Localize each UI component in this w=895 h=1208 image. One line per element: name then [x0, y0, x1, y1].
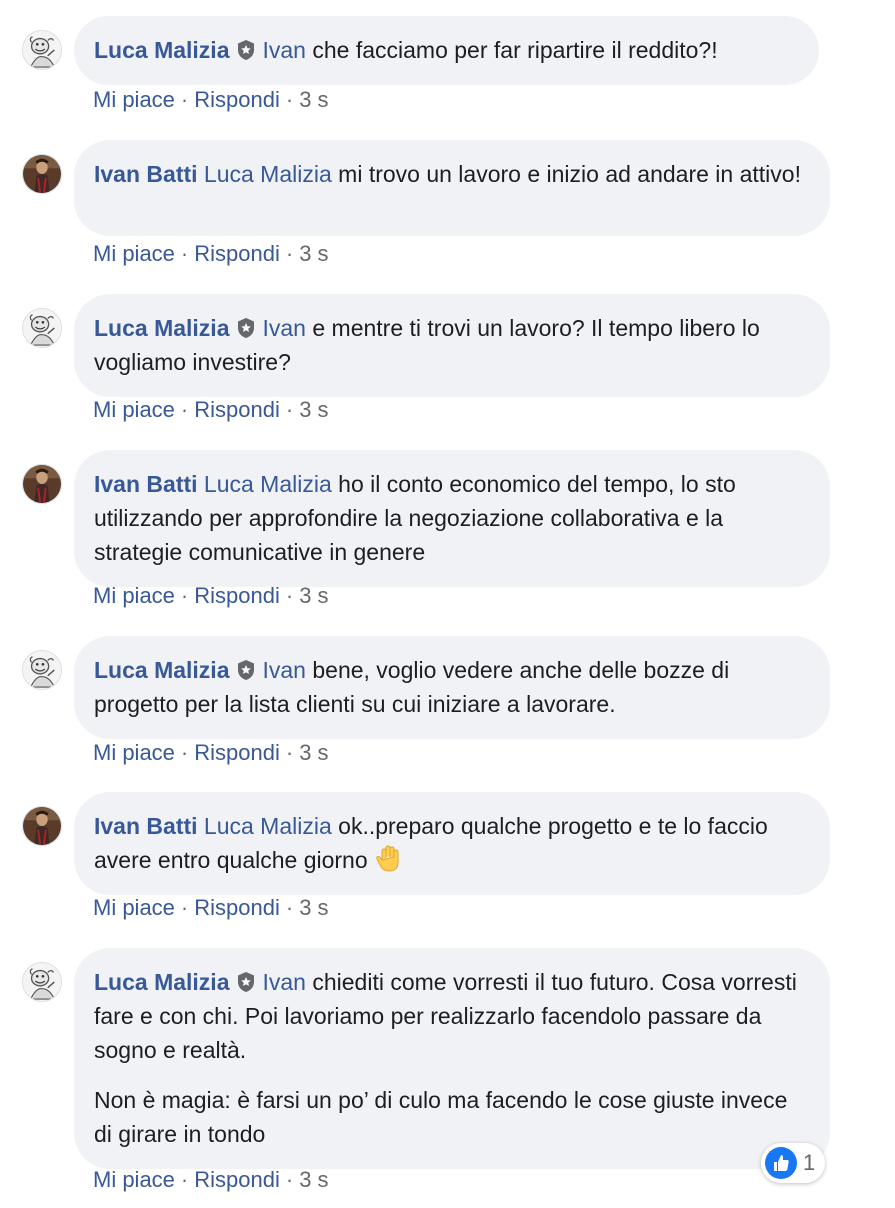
comment-body: Luca Malizia Ivan bene, voglio vedere anc…: [94, 653, 809, 721]
separator-dot: ·: [285, 1167, 294, 1192]
comment-timestamp[interactable]: 3 s: [299, 583, 328, 608]
comment-bubble: Ivan Batti Luca Malizia ok..preparo qual…: [74, 792, 830, 895]
comment-mention[interactable]: Ivan: [262, 969, 305, 995]
separator-dot: ·: [285, 740, 294, 765]
raised-hand-icon: [374, 844, 404, 874]
avatar-ivan[interactable]: [22, 806, 62, 846]
like-link[interactable]: Mi piace: [93, 1167, 175, 1192]
reply-link[interactable]: Rispondi: [194, 895, 280, 920]
comment-mention[interactable]: Luca Malizia: [204, 813, 332, 839]
comment-author[interactable]: Luca Malizia: [94, 969, 229, 995]
separator-dot: ·: [180, 1167, 189, 1192]
comment-author[interactable]: Luca Malizia: [94, 657, 229, 683]
comment-timestamp[interactable]: 3 s: [299, 397, 328, 422]
reply-link[interactable]: Rispondi: [194, 1167, 280, 1192]
comment-mention[interactable]: Ivan: [262, 315, 305, 341]
avatar-luca[interactable]: [22, 30, 62, 70]
comment-bubble: Luca Malizia Ivan chiediti come vorresti …: [74, 948, 830, 1169]
comment-actions: Mi piace · Rispondi · 3 s: [93, 739, 329, 767]
comment-author[interactable]: Luca Malizia: [94, 315, 229, 341]
like-link[interactable]: Mi piace: [93, 397, 175, 422]
comment-timestamp[interactable]: 3 s: [299, 740, 328, 765]
separator-dot: ·: [285, 583, 294, 608]
separator-dot: ·: [285, 241, 294, 266]
comment-timestamp[interactable]: 3 s: [299, 1167, 328, 1192]
reply-link[interactable]: Rispondi: [194, 583, 280, 608]
like-link[interactable]: Mi piace: [93, 87, 175, 112]
separator-dot: ·: [180, 241, 189, 266]
reactions-summary[interactable]: 1: [761, 1143, 826, 1183]
comment-text-paragraph: Non è magia: è farsi un po’ di culo ma f…: [94, 1087, 788, 1147]
like-link[interactable]: Mi piace: [93, 583, 175, 608]
shield-star-badge-icon: [236, 968, 256, 992]
reaction-count: 1: [803, 1150, 816, 1175]
comment-bubble: Ivan Batti Luca Malizia mi trovo un lavo…: [74, 140, 830, 236]
like-link[interactable]: Mi piace: [93, 895, 175, 920]
comment-body: Ivan Batti Luca Malizia mi trovo un lavo…: [94, 157, 809, 191]
comment-actions: Mi piace · Rispondi · 3 s: [93, 1166, 329, 1194]
avatar-luca[interactable]: [22, 962, 62, 1002]
comment-mention[interactable]: Luca Malizia: [204, 471, 332, 497]
like-link[interactable]: Mi piace: [93, 241, 175, 266]
comment-text: che facciamo per far ripartire il reddit…: [312, 37, 718, 63]
reply-link[interactable]: Rispondi: [194, 397, 280, 422]
comment-body: Luca Malizia Ivan chiediti come vorresti …: [94, 965, 809, 1067]
comment-actions: Mi piace · Rispondi · 3 s: [93, 582, 329, 610]
separator-dot: ·: [180, 87, 189, 112]
shield-star-badge-icon: [236, 314, 256, 338]
comment-body: Luca Malizia Ivan che facciamo per far ri…: [94, 33, 798, 67]
comment-actions: Mi piace · Rispondi · 3 s: [93, 240, 329, 268]
comment-bubble: Luca Malizia Ivan e mentre ti trovi un la…: [74, 294, 830, 397]
comment-mention[interactable]: Ivan: [262, 657, 305, 683]
separator-dot: ·: [285, 87, 294, 112]
reply-link[interactable]: Rispondi: [194, 87, 280, 112]
separator-dot: ·: [180, 397, 189, 422]
comment-bubble: Luca Malizia Ivan bene, voglio vedere anc…: [74, 636, 830, 739]
comment-actions: Mi piace · Rispondi · 3 s: [93, 86, 329, 114]
avatar-ivan[interactable]: [22, 154, 62, 194]
comment-body: Ivan Batti Luca Malizia ok..preparo qual…: [94, 809, 809, 877]
comment-mention[interactable]: Ivan: [262, 37, 305, 63]
comment-author[interactable]: Ivan Batti: [94, 471, 198, 497]
avatar-luca[interactable]: [22, 308, 62, 348]
like-link[interactable]: Mi piace: [93, 740, 175, 765]
like-icon: [765, 1147, 797, 1179]
comment-bubble: Luca Malizia Ivan che facciamo per far ri…: [74, 16, 819, 85]
comment-timestamp[interactable]: 3 s: [299, 241, 328, 266]
separator-dot: ·: [285, 895, 294, 920]
separator-dot: ·: [180, 740, 189, 765]
shield-star-badge-icon: [236, 36, 256, 60]
comment-actions: Mi piace · Rispondi · 3 s: [93, 894, 329, 922]
comment-author[interactable]: Luca Malizia: [94, 37, 229, 63]
comment-bubble: Ivan Batti Luca Malizia ho il conto econ…: [74, 450, 830, 587]
comment-text: mi trovo un lavoro e inizio ad andare in…: [338, 161, 801, 187]
comment-author[interactable]: Ivan Batti: [94, 161, 198, 187]
reply-link[interactable]: Rispondi: [194, 241, 280, 266]
comment-body: Luca Malizia Ivan e mentre ti trovi un la…: [94, 311, 809, 379]
comment-mention[interactable]: Luca Malizia: [204, 161, 332, 187]
separator-dot: ·: [180, 895, 189, 920]
comment-author[interactable]: Ivan Batti: [94, 813, 198, 839]
comment-actions: Mi piace · Rispondi · 3 s: [93, 396, 329, 424]
comment-timestamp[interactable]: 3 s: [299, 87, 328, 112]
reply-link[interactable]: Rispondi: [194, 740, 280, 765]
shield-star-badge-icon: [236, 656, 256, 680]
comment-timestamp[interactable]: 3 s: [299, 895, 328, 920]
avatar-ivan[interactable]: [22, 464, 62, 504]
comment-body: Ivan Batti Luca Malizia ho il conto econ…: [94, 467, 809, 569]
separator-dot: ·: [180, 583, 189, 608]
avatar-luca[interactable]: [22, 650, 62, 690]
separator-dot: ·: [285, 397, 294, 422]
